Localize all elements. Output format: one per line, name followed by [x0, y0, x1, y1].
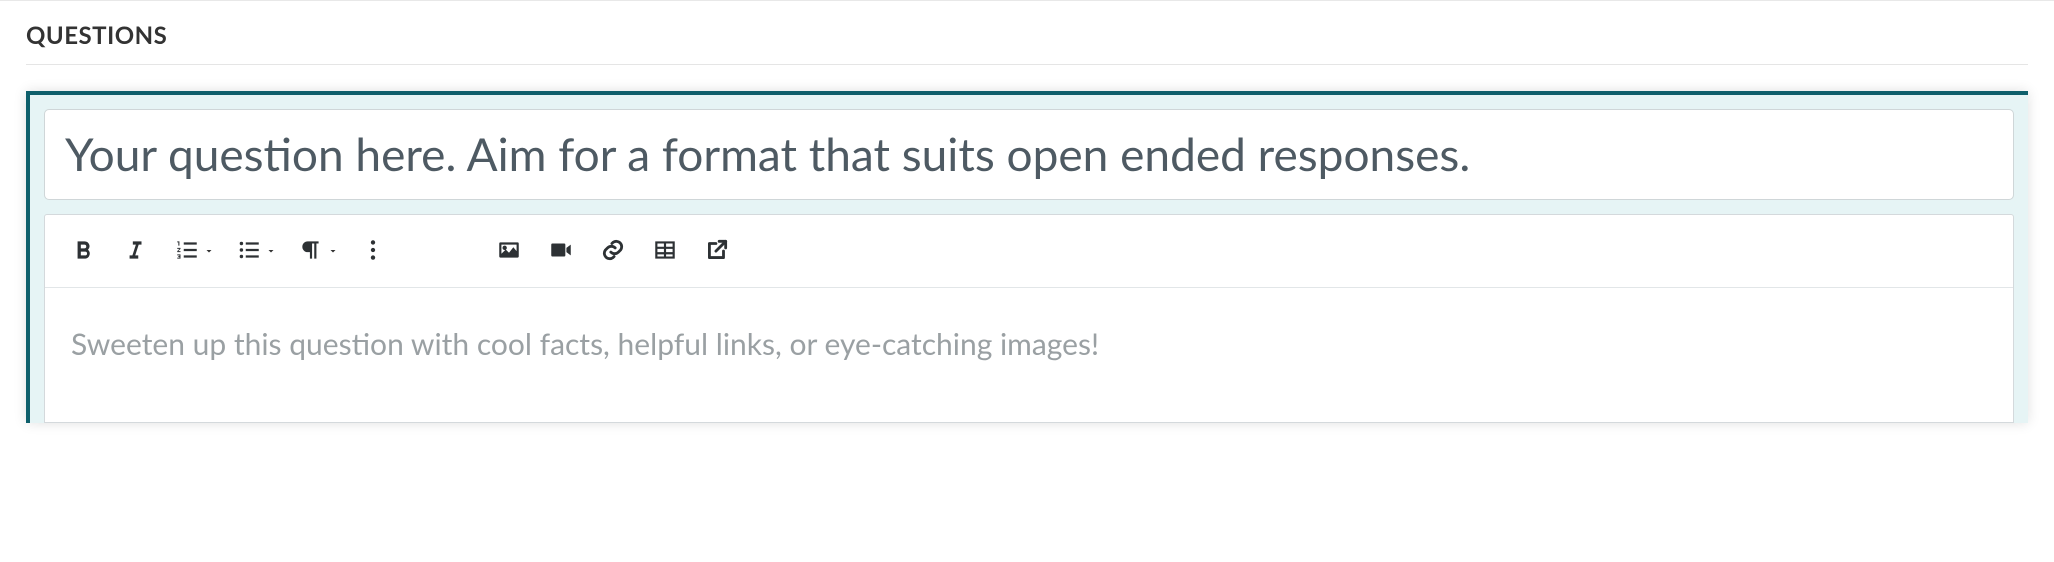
ordered-list-icon [174, 237, 200, 266]
insert-link-button[interactable] [589, 227, 637, 275]
paragraph-icon [298, 237, 324, 266]
video-icon [548, 237, 574, 266]
italic-button[interactable] [111, 227, 159, 275]
insert-image-button[interactable] [485, 227, 533, 275]
bold-icon [70, 237, 96, 266]
section-title: QUESTIONS [26, 3, 2028, 65]
more-options-button[interactable] [349, 227, 397, 275]
chevron-down-icon [265, 242, 277, 261]
open-external-button[interactable] [693, 227, 741, 275]
table-icon [652, 237, 678, 266]
kebab-menu-icon [360, 237, 386, 266]
question-card: Sweeten up this question with cool facts… [26, 91, 2028, 423]
chevron-down-icon [327, 242, 339, 261]
unordered-list-dropdown[interactable] [225, 227, 283, 275]
insert-table-button[interactable] [641, 227, 689, 275]
chevron-down-icon [203, 242, 215, 261]
insert-video-button[interactable] [537, 227, 585, 275]
external-link-icon [704, 237, 730, 266]
editor-toolbar [45, 215, 2013, 288]
bold-button[interactable] [59, 227, 107, 275]
ordered-list-dropdown[interactable] [163, 227, 221, 275]
editor-content-area[interactable]: Sweeten up this question with cool facts… [45, 288, 2013, 422]
paragraph-format-dropdown[interactable] [287, 227, 345, 275]
editor-placeholder: Sweeten up this question with cool facts… [71, 326, 1987, 362]
top-divider [0, 0, 2054, 1]
rich-text-editor: Sweeten up this question with cool facts… [44, 214, 2014, 423]
question-title-input[interactable] [44, 109, 2014, 200]
italic-icon [122, 237, 148, 266]
unordered-list-icon [236, 237, 262, 266]
link-icon [600, 237, 626, 266]
image-icon [496, 237, 522, 266]
